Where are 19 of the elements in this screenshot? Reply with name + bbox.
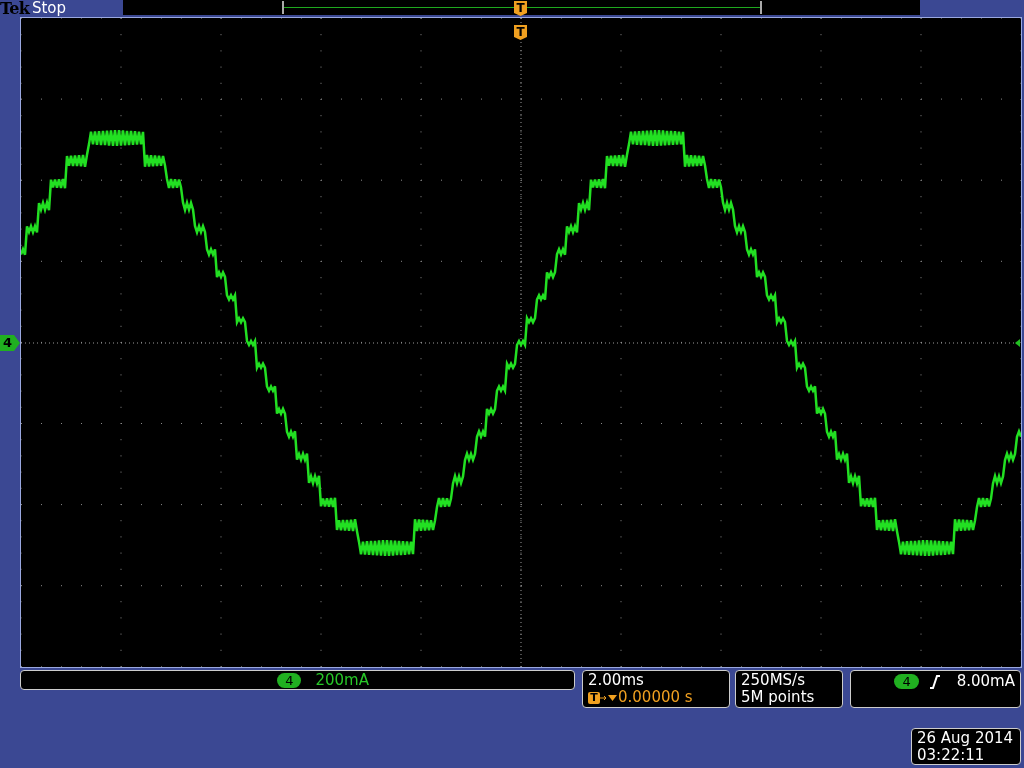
time-scale: 2.00ms (588, 672, 645, 689)
sample-rate: 250MS/s (741, 672, 806, 689)
channel-badge: 4 (277, 672, 302, 688)
date: 26 Aug 2014 (917, 729, 1015, 747)
record-length: 5M points (741, 689, 816, 706)
arrow-icon (600, 692, 618, 703)
channel-badge: 4 (894, 674, 919, 689)
reference-arrow-icon (1015, 339, 1020, 347)
trigger-level: 8.00mA (956, 672, 1015, 690)
rising-edge-icon (928, 675, 941, 689)
acquisition-status: Stop (31, 0, 67, 17)
trigger-position: 0.00000 s (618, 689, 693, 706)
time: 03:22:11 (917, 746, 986, 764)
trigger-position-marker: T (514, 1, 527, 16)
trigger-icon: T (588, 691, 600, 704)
channel-marker: 4 (0, 335, 20, 351)
brand-logo: Tek (0, 0, 29, 17)
trigger-marker: T (514, 25, 527, 40)
vertical-scale: 200mA (315, 671, 369, 689)
